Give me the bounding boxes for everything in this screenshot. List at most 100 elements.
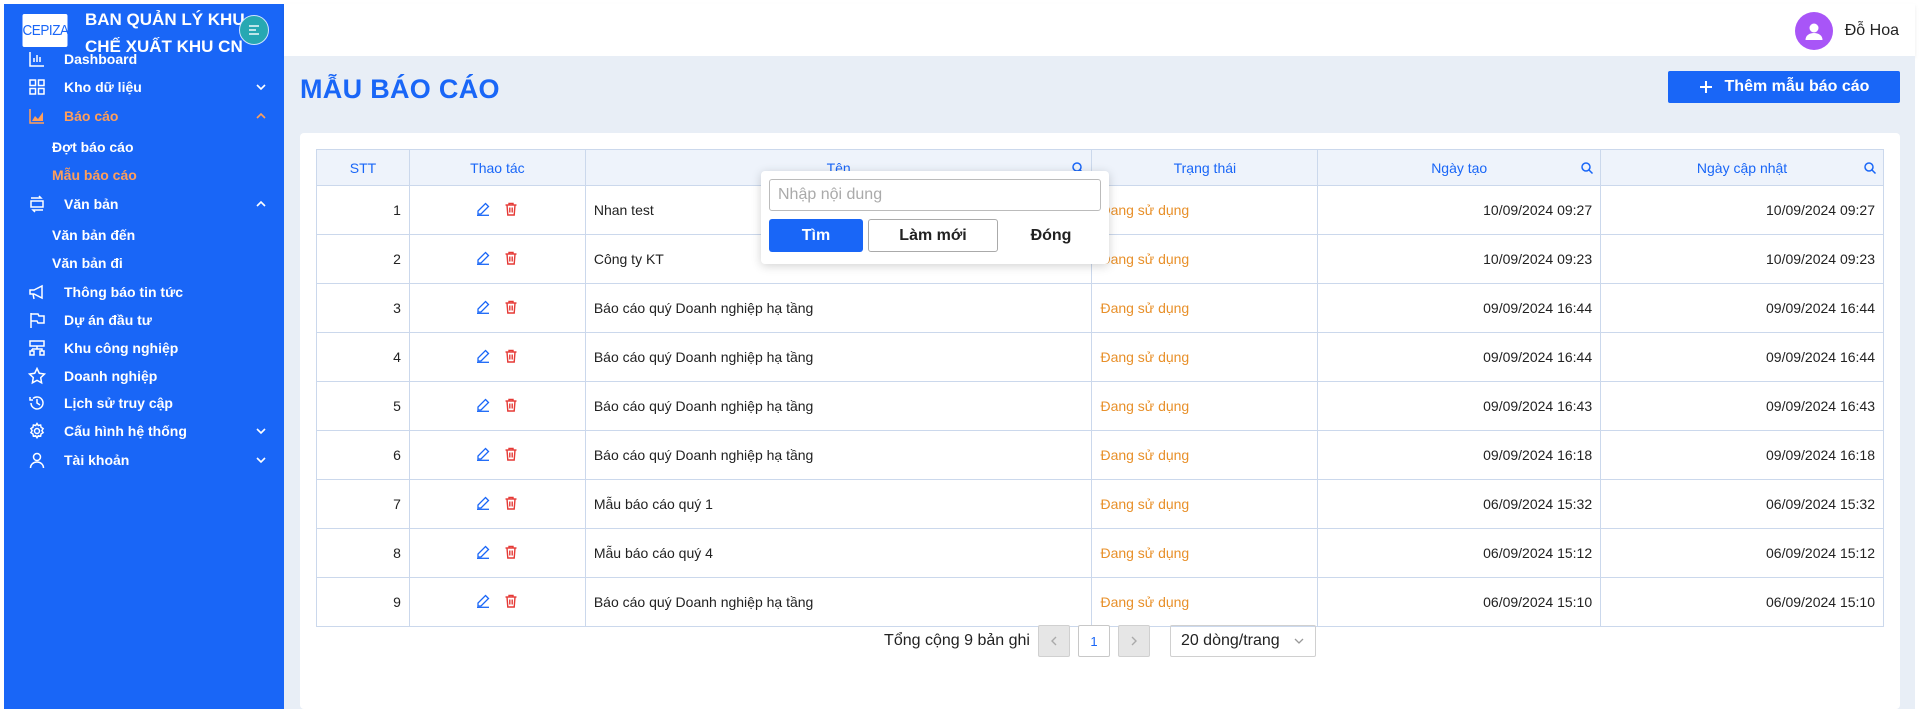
cell-actions [408,577,586,627]
chevron-right-icon [1131,636,1137,646]
main-content: MẪU BÁO CÁO Thêm mẫu báo cáo STT Thao tá… [284,56,1915,709]
sidebar-item-van-ban[interactable]: Văn bản [4,189,284,219]
cell-ngay-cap-nhat: 10/09/2024 09:23 [1600,234,1884,284]
page-button-current[interactable]: 1 [1077,625,1110,657]
sidebar-item-cau-hinh[interactable]: Cấu hình hệ thống [4,416,284,446]
edit-icon[interactable] [476,300,490,314]
delete-icon[interactable] [504,398,518,412]
edit-icon[interactable] [476,349,490,363]
user-menu[interactable]: Đỗ Hoa [1794,12,1899,50]
edit-icon[interactable] [476,594,490,608]
sidebar-item-doanh-nghiep[interactable]: Doanh nghiệp [4,361,284,391]
sidebar-item-label: Báo cáo [64,108,119,124]
cell-ngay-tao: 06/09/2024 15:10 [1317,577,1602,627]
cell-ngay-tao: 10/09/2024 09:27 [1317,185,1602,235]
sidebar-item-label: Kho dữ liệu [64,79,142,95]
prev-page-button[interactable] [1037,625,1070,657]
cell-stt: 2 [316,234,410,284]
sidebar-subitem-van-ban-di[interactable]: Văn bản đi [52,255,123,271]
cell-trang-thai: Đang sử dụng [1091,332,1319,382]
cell-actions [408,430,586,480]
sidebar-item-bao-cao[interactable]: Báo cáo [4,101,284,131]
delete-icon[interactable] [504,545,518,559]
sidebar-item-tai-khoan[interactable]: Tài khoản [4,445,284,475]
grid-icon [26,76,48,98]
delete-icon[interactable] [504,447,518,461]
cell-ngay-cap-nhat: 09/09/2024 16:18 [1600,430,1884,480]
delete-icon[interactable] [504,594,518,608]
reset-button[interactable]: Làm mới [868,219,998,252]
find-button[interactable]: Tìm [769,219,863,252]
search-icon[interactable] [1863,161,1877,175]
add-template-button[interactable]: Thêm mẫu báo cáo [1668,71,1900,103]
sidebar-item-kho-du-lieu[interactable]: Kho dữ liệu [4,72,284,102]
sidebar-subitem-van-ban-den[interactable]: Văn bản đến [52,227,135,243]
cell-ngay-tao: 09/09/2024 16:43 [1317,381,1602,431]
delete-icon[interactable] [504,202,518,216]
cell-ten: Mẫu báo cáo quý 4 [584,528,1093,578]
page-size-select[interactable]: 20 dòng/trang [1169,625,1316,657]
delete-icon[interactable] [504,496,518,510]
cell-ngay-cap-nhat: 06/09/2024 15:10 [1600,577,1884,627]
close-button[interactable]: Đóng [1001,219,1101,252]
edit-icon[interactable] [476,398,490,412]
edit-icon[interactable] [476,251,490,265]
sidebar-item-du-an[interactable]: Dự án đầu tư [4,305,284,335]
cell-ngay-cap-nhat: 09/09/2024 16:44 [1600,283,1884,333]
col-header-trang-thai: Trạng thái [1091,149,1319,186]
col-header-thao-tac: Thao tác [408,149,586,186]
cell-stt: 7 [316,479,410,529]
cell-stt: 9 [316,577,410,627]
cell-ten: Mẫu báo cáo quý 1 [584,479,1093,529]
sidebar-item-lich-su[interactable]: Lịch sử truy cập [4,388,284,418]
page-title: MẪU BÁO CÁO [300,74,500,104]
pagination: Tổng cộng 9 bản ghi 1 20 dòng/trang [300,624,1900,658]
next-page-button[interactable] [1117,625,1150,657]
col-header-label: Ngày tạo [1431,159,1488,176]
cell-actions [408,479,586,529]
search-input[interactable] [769,179,1101,211]
chevron-up-icon [254,197,268,211]
sidebar-item-thong-bao[interactable]: Thông báo tin tức [4,277,284,307]
cell-stt: 5 [316,381,410,431]
chevron-left-icon [1050,636,1057,646]
cell-ngay-tao: 10/09/2024 09:23 [1317,234,1602,284]
avatar [1794,12,1833,50]
table-row: 6 Báo cáo quý Doanh nghiệp hạ tầng Đang sử… [316,430,1884,480]
sidebar-item-label: Doanh nghiệp [64,368,158,384]
delete-icon[interactable] [504,300,518,314]
edit-icon[interactable] [476,496,490,510]
menu-toggle-icon[interactable] [239,15,269,45]
delete-icon[interactable] [504,349,518,363]
top-bar: Đỗ Hoa [284,4,1915,56]
cell-trang-thai: Đang sử dụng [1091,577,1319,627]
cell-actions [408,332,586,382]
add-template-label: Thêm mẫu báo cáo [1724,78,1870,95]
history-icon [26,392,48,414]
delete-icon[interactable] [504,251,518,265]
sidebar-item-label: Văn bản [64,196,119,212]
sidebar-item-khu-cong-nghiep[interactable]: Khu công nghiệp [4,333,284,363]
cell-ten: Báo cáo quý Doanh nghiệp hạ tầng [584,430,1093,480]
edit-icon[interactable] [476,447,490,461]
megaphone-icon [26,281,48,303]
chevron-up-icon [254,109,268,123]
cell-ten: Báo cáo quý Doanh nghiệp hạ tầng [584,381,1093,431]
cell-ten: Báo cáo quý Doanh nghiệp hạ tầng [584,332,1093,382]
col-header-ngay-cap-nhat: Ngày cập nhật [1600,149,1884,186]
table-row: 9 Báo cáo quý Doanh nghiệp hạ tầng Đang sử… [316,577,1884,627]
search-icon[interactable] [1580,161,1594,175]
cell-trang-thai: Đang sử dụng [1091,479,1319,529]
cell-ngay-cap-nhat: 10/09/2024 09:27 [1600,185,1884,235]
cell-ngay-tao: 09/09/2024 16:44 [1317,332,1602,382]
sidebar-subitem-dot-bao-cao[interactable]: Đợt báo cáo [52,139,134,155]
col-header-label: Ngày cập nhật [1696,159,1788,176]
edit-icon[interactable] [476,202,490,216]
sidebar-item-dashboard[interactable]: Dashboard [4,44,284,74]
edit-icon[interactable] [476,545,490,559]
cell-ngay-cap-nhat: 06/09/2024 15:12 [1600,528,1884,578]
sidebar-item-label: Thông báo tin tức [64,284,184,300]
sidebar-subitem-mau-bao-cao[interactable]: Mẫu báo cáo [52,167,137,183]
chevron-down-icon [254,424,268,438]
table-row: 5 Báo cáo quý Doanh nghiệp hạ tầng Đang sử… [316,381,1884,431]
